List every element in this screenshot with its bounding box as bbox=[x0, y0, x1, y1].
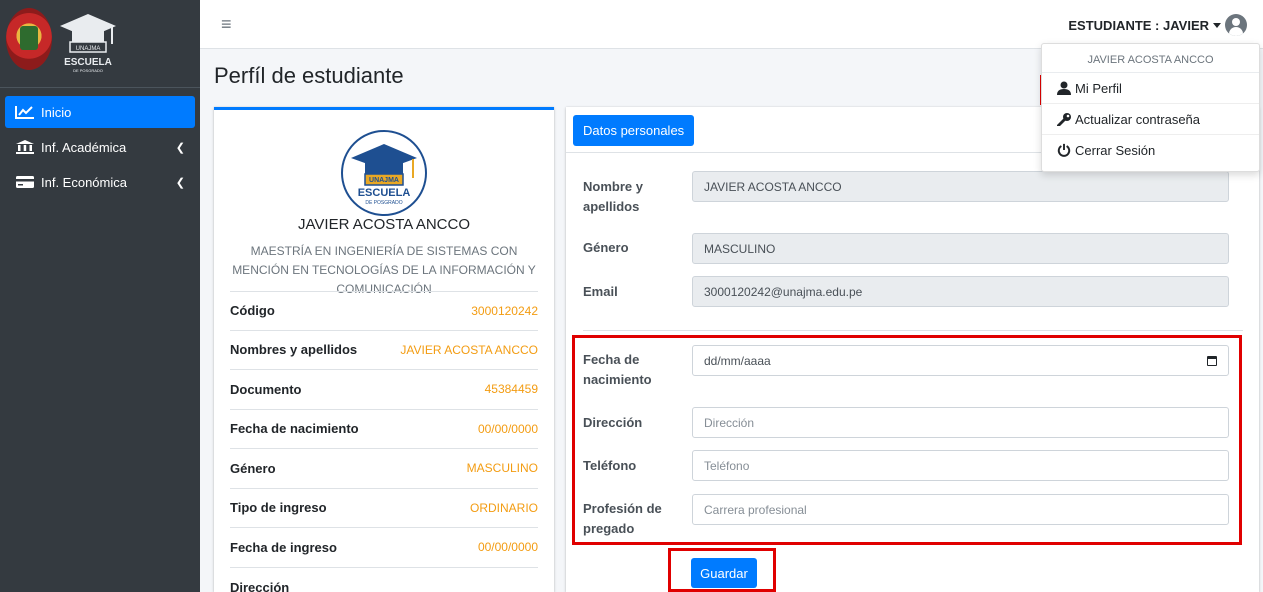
key-icon bbox=[1057, 113, 1071, 126]
phone-input[interactable] bbox=[692, 450, 1229, 481]
profile-name: JAVIER ACOSTA ANCCO bbox=[298, 216, 470, 233]
user-menu-toggle[interactable]: ESTUDIANTE : JAVIER bbox=[1068, 14, 1247, 36]
svg-text:UNAJMA: UNAJMA bbox=[369, 177, 399, 184]
chart-line-icon bbox=[15, 106, 34, 119]
top-navbar: ≡ ESTUDIANTE : JAVIER bbox=[200, 0, 1263, 49]
dropdown-item-mi-perfil[interactable]: Mi Perfil bbox=[1042, 72, 1259, 103]
info-label: Documento bbox=[230, 381, 302, 397]
birth-date-label: Fecha de nacimiento bbox=[583, 352, 652, 387]
sidebar: UNAJMA ESCUELA DE POSGRADO Inicio Inf. A… bbox=[0, 0, 200, 592]
info-label: Código bbox=[230, 303, 275, 319]
gender-field[interactable] bbox=[692, 233, 1229, 264]
user-icon bbox=[1057, 81, 1071, 95]
profile-info-list: Código 3000120242 Nombres y apellidos JA… bbox=[230, 291, 538, 592]
credit-card-icon bbox=[16, 176, 34, 188]
user-label: ESTUDIANTE : JAVIER bbox=[1068, 17, 1209, 33]
university-seal-logo bbox=[6, 8, 52, 70]
info-value: MASCULINO bbox=[466, 461, 538, 476]
info-label: Género bbox=[230, 460, 276, 476]
address-label: Dirección bbox=[583, 415, 643, 430]
dropdown-item-actualizar-contrasena[interactable]: Actualizar contraseña bbox=[1042, 103, 1259, 134]
dropdown-item-label: Actualizar contraseña bbox=[1075, 111, 1201, 127]
info-value: 3000120242 bbox=[471, 303, 538, 318]
info-label: Dirección bbox=[230, 579, 290, 592]
info-row-tipo-ingreso: Tipo de ingreso ORDINARIO bbox=[230, 489, 538, 528]
dropdown-item-cerrar-sesion[interactable]: Cerrar Sesión bbox=[1042, 134, 1259, 165]
user-avatar-icon bbox=[1225, 14, 1247, 36]
svg-text:UNAJMA: UNAJMA bbox=[76, 46, 101, 52]
email-field[interactable] bbox=[692, 276, 1229, 307]
info-row-nombres: Nombres y apellidos JAVIER ACOSTA ANCCO bbox=[230, 331, 538, 370]
sidebar-item-label: Inicio bbox=[41, 104, 72, 120]
profession-input[interactable] bbox=[692, 494, 1229, 525]
escuela-posgrado-logo: UNAJMA ESCUELA DE POSGRADO bbox=[60, 14, 116, 73]
info-label: Tipo de ingreso bbox=[230, 500, 327, 516]
sidebar-brand: UNAJMA ESCUELA DE POSGRADO bbox=[0, 0, 200, 88]
email-label: Email bbox=[583, 284, 618, 299]
sidebar-nav: Inicio Inf. Académica ❮ Inf. Económica ❮ bbox=[0, 88, 200, 207]
personal-data-card: Datos personales Nombre y apellidos Géne… bbox=[566, 107, 1259, 592]
svg-text:DE POSGRADO: DE POSGRADO bbox=[365, 200, 402, 206]
caret-down-icon bbox=[1213, 22, 1221, 28]
dropdown-item-label: Mi Perfil bbox=[1075, 80, 1122, 96]
birth-date-placeholder: dd/mm/aaaa bbox=[704, 353, 771, 368]
name-label: Nombre y apellidos bbox=[583, 179, 643, 214]
gender-label: Género bbox=[583, 240, 629, 255]
phone-label: Teléfono bbox=[583, 458, 637, 473]
profile-escuela-logo: UNAJMA ESCUELA DE POSGRADO bbox=[341, 130, 427, 216]
info-row-codigo: Código 3000120242 bbox=[230, 291, 538, 331]
chevron-left-icon: ❮ bbox=[175, 176, 185, 189]
svg-text:ESCUELA: ESCUELA bbox=[64, 57, 112, 68]
sidebar-item-inf-academica[interactable]: Inf. Académica ❮ bbox=[5, 131, 195, 163]
chevron-left-icon: ❮ bbox=[175, 141, 185, 154]
calendar-icon[interactable] bbox=[1207, 355, 1217, 366]
info-value: 00/00/0000 bbox=[477, 421, 538, 436]
save-button[interactable]: Guardar bbox=[691, 558, 757, 588]
info-label: Fecha de nacimiento bbox=[230, 421, 359, 437]
power-icon bbox=[1057, 143, 1071, 157]
hamburger-menu-icon[interactable]: ≡ bbox=[221, 14, 232, 35]
profile-card: UNAJMA ESCUELA DE POSGRADO JAVIER ACOSTA… bbox=[214, 107, 554, 592]
dropdown-item-label: Cerrar Sesión bbox=[1075, 142, 1156, 158]
sidebar-item-inicio[interactable]: Inicio bbox=[5, 96, 195, 128]
sidebar-item-inf-economica[interactable]: Inf. Económica ❮ bbox=[5, 166, 195, 198]
info-value: JAVIER ACOSTA ANCCO bbox=[400, 342, 538, 357]
name-field[interactable] bbox=[692, 171, 1229, 202]
info-value: 45384459 bbox=[484, 382, 538, 397]
form-divider bbox=[583, 330, 1243, 331]
sidebar-item-label: Inf. Económica bbox=[41, 174, 127, 190]
svg-text:ESCUELA: ESCUELA bbox=[358, 187, 411, 199]
tab-datos-personales[interactable]: Datos personales bbox=[573, 115, 695, 146]
dropdown-header: JAVIER ACOSTA ANCCO bbox=[1087, 54, 1214, 66]
info-row-fecha-ingreso: Fecha de ingreso 00/00/0000 bbox=[230, 528, 538, 568]
info-row-fecha-nacimiento: Fecha de nacimiento 00/00/0000 bbox=[230, 410, 538, 449]
info-row-genero: Género MASCULINO bbox=[230, 449, 538, 489]
info-row-documento: Documento 45384459 bbox=[230, 370, 538, 410]
profession-label: Profesión de pregado bbox=[583, 501, 662, 536]
university-icon bbox=[16, 140, 34, 154]
sidebar-item-label: Inf. Académica bbox=[41, 139, 127, 155]
user-dropdown-menu: JAVIER ACOSTA ANCCO Mi Perfil Actualizar… bbox=[1041, 43, 1260, 172]
info-value: ORDINARIO bbox=[469, 500, 538, 515]
address-input[interactable] bbox=[692, 407, 1229, 438]
birth-date-input[interactable]: dd/mm/aaaa bbox=[692, 345, 1229, 376]
info-label: Nombres y apellidos bbox=[230, 342, 358, 358]
info-value: 00/00/0000 bbox=[477, 540, 538, 555]
info-label: Fecha de ingreso bbox=[230, 539, 337, 555]
info-row-direccion: Dirección bbox=[230, 568, 538, 592]
page-title: Perfíl de estudiante bbox=[214, 63, 404, 88]
svg-text:DE POSGRADO: DE POSGRADO bbox=[73, 68, 103, 73]
